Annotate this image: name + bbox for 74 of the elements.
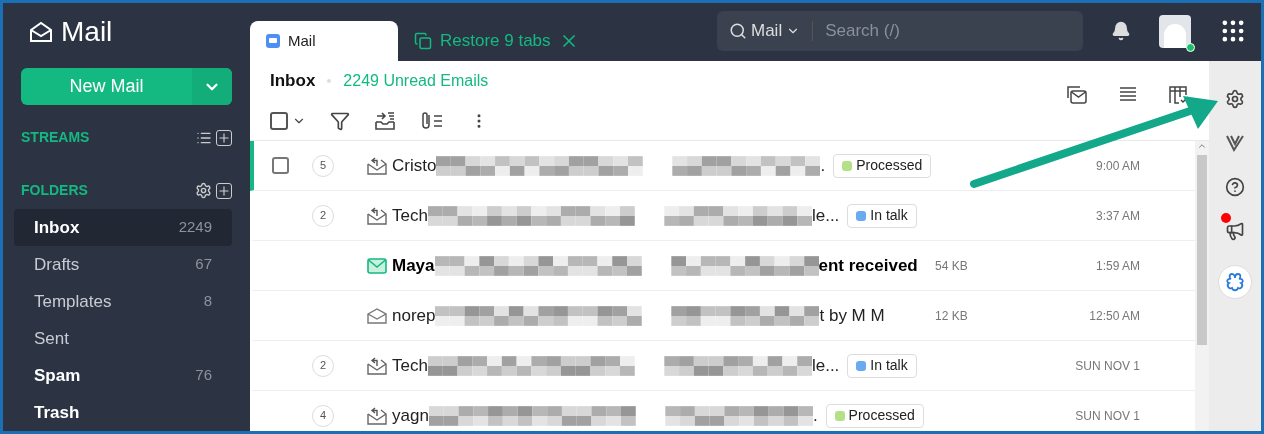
app-title: Mail [61, 14, 113, 49]
inbox-title: Inbox [270, 70, 316, 93]
message-time: 1:59 AM [1094, 257, 1140, 275]
status-tag: Processed [825, 403, 924, 428]
unread-count: 2249 Unread Emails [343, 71, 489, 91]
envelope-icon [367, 257, 387, 274]
folder-item[interactable]: Spam 76 [14, 357, 232, 394]
message-row[interactable]: Maya ent received 54 KB 1:59 AM [250, 241, 1195, 291]
search-icon [729, 22, 747, 40]
status-tag: In talk [847, 203, 917, 228]
browser-tab[interactable]: Mail [250, 21, 398, 61]
filter-icon[interactable] [330, 110, 350, 131]
sender-name: norep [392, 304, 436, 327]
envelope-reply-icon [367, 406, 387, 425]
row-checkbox[interactable] [272, 157, 289, 174]
search-field[interactable]: Mail Search (/) [717, 11, 1083, 51]
section-heading: STREAMS [21, 128, 90, 147]
tabs-icon [414, 32, 432, 50]
message-size: 54 KB [935, 257, 969, 275]
envelope-stack-icon[interactable] [1067, 85, 1087, 104]
message-row[interactable]: 5 Cristo . Processed 9:00 AM [250, 141, 1195, 191]
folder-item[interactable]: Drafts 67 [14, 246, 232, 283]
envelope-reply-icon [367, 156, 387, 175]
envelope-reply-icon [367, 356, 387, 375]
message-row[interactable]: 2 Tech le... In talk 3:37 AM [250, 191, 1195, 241]
flower-icon [1225, 272, 1245, 292]
inbox-sort-icon[interactable] [374, 110, 396, 131]
message-row[interactable]: 2 Tech le... In talk SUN NOV 1 [250, 341, 1195, 391]
envelope-reply-icon [367, 206, 387, 225]
section-heading: FOLDERS [21, 181, 88, 200]
settings-icon[interactable] [1225, 89, 1245, 109]
search-input[interactable]: Search (/) [825, 18, 1026, 44]
columns-check-icon[interactable] [1169, 85, 1189, 104]
select-all-checkbox[interactable] [270, 111, 288, 130]
help-icon[interactable] [1225, 177, 1245, 197]
subject-text: . [812, 404, 818, 427]
status-tag: In talk [847, 353, 917, 378]
message-row[interactable]: 4 yagn . Processed SUN NOV 1 [250, 391, 1195, 431]
message-time: SUN NOV 1 [1074, 407, 1140, 425]
message-time: 12:50 AM [1088, 307, 1140, 325]
search-scope-button[interactable]: Mail [751, 18, 801, 44]
v-logo-icon[interactable] [1225, 133, 1245, 153]
subject-text: . [820, 154, 826, 177]
folder-item[interactable]: Sent [14, 320, 232, 357]
notifications-icon[interactable] [1111, 21, 1131, 41]
mail-app-icon [266, 34, 280, 48]
list-view-icon[interactable] [1119, 85, 1137, 102]
message-size: 12 KB [935, 307, 969, 325]
sender-name: yagn [392, 404, 429, 427]
add-icon[interactable] [216, 182, 232, 199]
sender-name: Cristo [392, 154, 437, 177]
folder-item[interactable]: Inbox 2249 [14, 209, 232, 246]
restore-tabs-button[interactable]: Restore 9 tabs [398, 21, 595, 61]
scrollbar[interactable] [1195, 141, 1209, 431]
subject-text: le... [811, 204, 840, 227]
plugin-button[interactable] [1218, 265, 1252, 299]
sender-name: Maya [392, 254, 435, 277]
message-time: 3:37 AM [1094, 207, 1140, 225]
avatar[interactable] [1159, 14, 1191, 48]
folder-item[interactable]: Templates 8 [14, 283, 232, 320]
sender-name: Tech [392, 354, 428, 377]
subject-text: t by M M [819, 304, 885, 327]
megaphone-icon[interactable] [1225, 221, 1245, 241]
add-icon[interactable] [216, 129, 232, 146]
status-tag: Processed [833, 153, 932, 178]
message-time: 9:00 AM [1094, 157, 1140, 175]
message-row[interactable]: norep t by M M 12 KB 12:50 AM [250, 291, 1195, 341]
subject-text: le... [811, 354, 840, 377]
open-envelope-icon [367, 307, 387, 324]
folder-item[interactable]: Trash [14, 394, 232, 431]
sender-name: Tech [392, 204, 428, 227]
mail-logo-icon [29, 19, 53, 44]
subject-text: ent received [818, 254, 918, 277]
message-time: SUN NOV 1 [1074, 357, 1140, 375]
